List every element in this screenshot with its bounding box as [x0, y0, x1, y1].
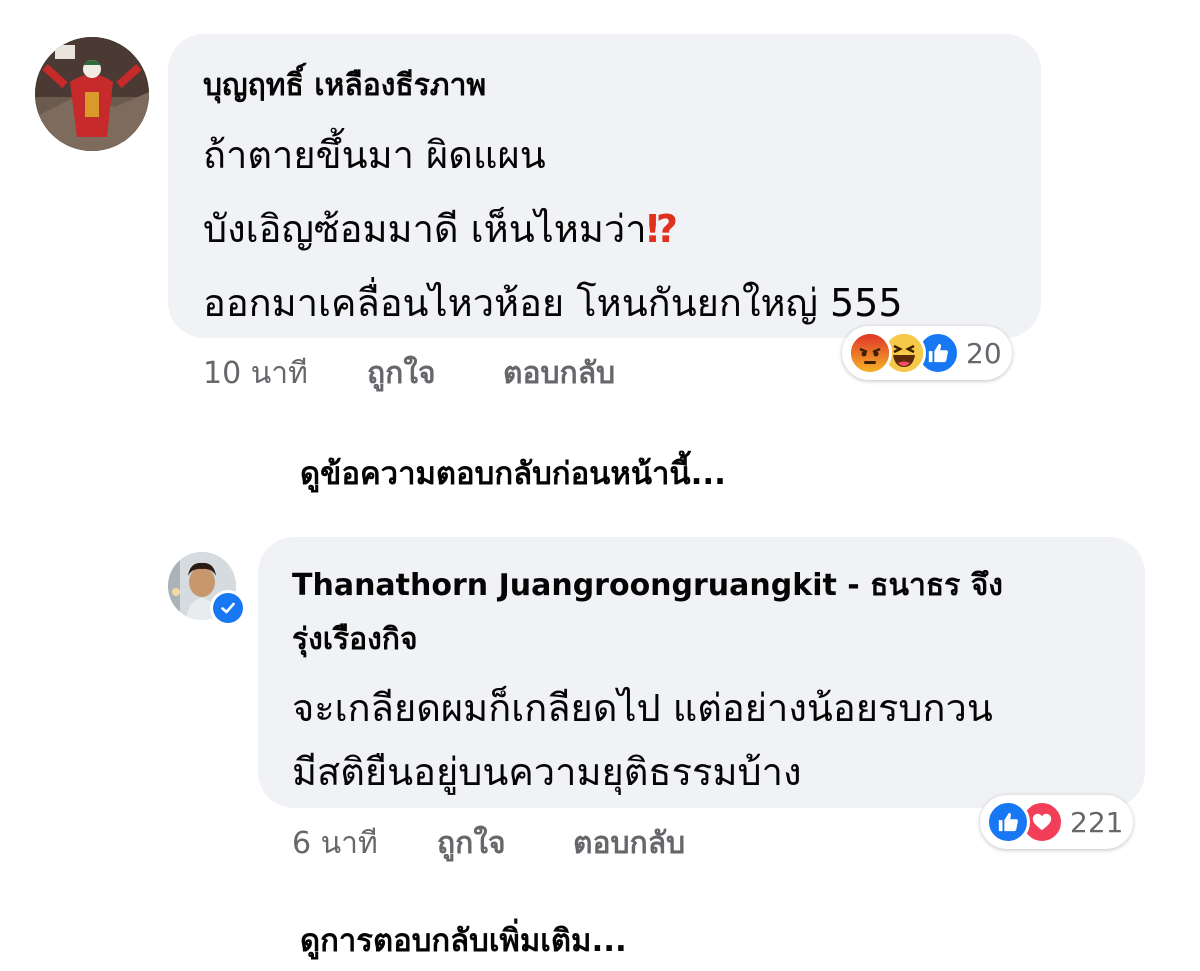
reply-button[interactable]: ตอบกลับ: [573, 820, 685, 867]
comment-text-line: บังเอิญซ้อมมาดี เห็นไหมว่า⁉: [203, 207, 679, 251]
comment-text-line: ออกมาเคลื่อนไหวห้อย โหนกันยกใหญ่ 555: [203, 281, 903, 325]
view-previous-replies-link[interactable]: ดูข้อความตอบกลับก่อนหน้านี้...: [300, 448, 726, 498]
like-button[interactable]: ถูกใจ: [437, 820, 506, 867]
avatar-image: [35, 37, 149, 151]
reaction-summary[interactable]: 20: [842, 326, 1012, 380]
comment-text-line: มีสติยืนอยู่บนความยุติธรรมบ้าง: [292, 750, 802, 794]
like-button[interactable]: ถูกใจ: [367, 350, 436, 397]
comment-author-name[interactable]: บุญฤทธิ์ เหลืองธีรภาพ: [203, 62, 486, 109]
verified-badge-icon: [210, 590, 246, 626]
reaction-count: 221: [1070, 805, 1124, 839]
comment-author-name[interactable]: Thanathorn Juangroongruangkit - ธนาธร จึ…: [292, 562, 1003, 609]
view-more-replies-link[interactable]: ดูการตอบกลับเพิ่มเติม...: [300, 915, 627, 965]
reaction-summary[interactable]: 221: [980, 795, 1134, 849]
commenter-avatar[interactable]: [35, 37, 149, 151]
reaction-count: 20: [966, 336, 1002, 370]
comment-author-name-continued[interactable]: รุ่งเรืองกิจ: [292, 616, 418, 663]
comment-timestamp[interactable]: 10 นาที: [203, 350, 308, 397]
interrobang-emoji: ⁉: [646, 207, 679, 251]
comment-text-line: จะเกลียดผมก็เกลียดไป แต่อย่างน้อยรบกวน: [292, 686, 993, 730]
reply-button[interactable]: ตอบกลับ: [503, 350, 615, 397]
like-icon: [986, 800, 1030, 844]
comment-text-line: ถ้าตายขึ้นมา ผิดแผน: [203, 133, 546, 177]
comment-timestamp[interactable]: 6 นาที: [292, 820, 378, 867]
angry-icon: [848, 331, 892, 375]
